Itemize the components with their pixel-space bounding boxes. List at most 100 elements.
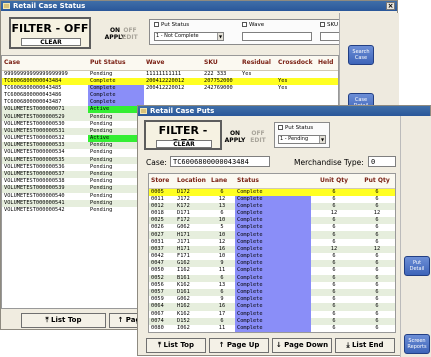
column-header[interactable]: Put Qty — [357, 174, 395, 189]
table-row[interactable]: 0059 G062 9 Complete 6 6 — [149, 296, 395, 304]
column-header[interactable]: Store — [149, 174, 175, 189]
table-cell-loc: H171 — [175, 231, 209, 239]
column-header[interactable]: Residual — [240, 56, 276, 71]
table-row[interactable]: TC6006800000043486 Complete — [2, 91, 338, 100]
table-row[interactable]: 0074 D152 6 Complete 6 6 — [149, 317, 395, 325]
case-puts-table: Store Location Lane Status Unit Qty Put Qty 0… — [149, 174, 395, 332]
table-cell-case: VOLUMETEST000000535 — [2, 156, 88, 164]
page-down-button[interactable]: ↓ Page Down — [272, 338, 332, 353]
puts-put-status-checkbox[interactable]: Put Status — [278, 125, 313, 131]
table-row[interactable]: 0052 B161 6 Complete 6 6 — [149, 274, 395, 282]
filter-off-edit-button[interactable]: OFF EDIT — [120, 27, 140, 41]
puts-clear-filter-button[interactable]: CLEAR — [156, 140, 212, 148]
table-cell-store: 0026 — [149, 224, 175, 232]
table-cell-store: 0064 — [149, 303, 175, 311]
table-cell-loc: D152 — [175, 317, 209, 325]
list-top-button[interactable]: ⤒ List Top — [21, 313, 106, 328]
table-cell-lane: 11 — [209, 267, 235, 275]
close-icon[interactable]: × — [386, 2, 395, 10]
table-cell-store: 0031 — [149, 238, 175, 246]
table-row[interactable]: 0012 K172 13 Complete 6 6 — [149, 202, 395, 210]
table-cell-lane: 6 — [209, 209, 235, 218]
puts-put-status-select[interactable]: 1 - Pending ▼ — [278, 135, 326, 144]
case-puts-titlebar[interactable]: Retail Case Puts — [138, 106, 430, 116]
table-row[interactable]: TC6006800000043485 Complete 200412220012 24… — [2, 84, 338, 92]
table-row[interactable]: 99999999999999999999 Pending 11111111111 22… — [2, 70, 338, 78]
table-row[interactable]: 0025 F172 10 Complete 6 6 — [149, 217, 395, 225]
column-header[interactable]: Crossdock — [276, 56, 316, 71]
table-row[interactable]: 0037 H171 16 Complete 12 12 — [149, 245, 395, 253]
table-row[interactable]: 0031 J171 12 Complete 6 6 — [149, 238, 395, 246]
table-cell-case: 99999999999999999999 — [2, 70, 88, 78]
table-row[interactable]: 0027 H171 10 Complete 6 6 — [149, 231, 395, 239]
chevron-down-icon[interactable]: ▼ — [217, 33, 223, 40]
column-header[interactable]: SKU — [202, 56, 240, 71]
search-case-button[interactable]: Search Case — [348, 45, 374, 65]
table-cell-status: Pending — [88, 170, 144, 179]
merchandise-type-field[interactable]: 0 — [368, 156, 396, 167]
table-cell-case: VOLUMETEST000000071 — [2, 106, 88, 114]
column-header[interactable]: Status — [235, 174, 311, 189]
column-header[interactable]: Wave — [144, 56, 202, 71]
table-row[interactable]: TC6006800000043484 Complete 200412220012 20… — [2, 77, 338, 85]
sku-checkbox[interactable]: SKU — [320, 22, 338, 28]
table-cell-lane: 12 — [209, 238, 235, 246]
table-cell-lane: 5 — [209, 224, 235, 232]
table-row[interactable]: 0067 K162 17 Complete 6 6 — [149, 310, 395, 318]
put-status-check-icon — [154, 22, 159, 27]
table-cell-put: 6 — [357, 303, 395, 311]
put-status-label: Put Status — [161, 22, 190, 28]
column-header[interactable]: Lane — [209, 174, 235, 189]
case-status-titlebar[interactable]: Retail Case Status × — [1, 1, 397, 11]
table-row[interactable]: 0057 D161 6 Complete 6 6 — [149, 288, 395, 297]
table-row[interactable]: 0064 H162 16 Complete 6 6 — [149, 303, 395, 311]
table-row[interactable]: 0047 G162 9 Complete 6 6 — [149, 260, 395, 268]
list-top-button[interactable]: ⤒ List Top — [146, 338, 206, 353]
puts-filter-status-box: FILTER - OFF CLEAR — [144, 120, 222, 150]
table-cell-unit: 6 — [311, 231, 357, 239]
table-cell-crossdock: Yes — [276, 77, 316, 85]
column-header[interactable]: Unit Qty — [311, 174, 357, 189]
put-status-checkbox[interactable]: Put Status — [154, 22, 189, 28]
column-header[interactable]: Held — [316, 56, 338, 71]
table-row[interactable]: 0018 D171 6 Complete 12 12 — [149, 209, 395, 218]
table-cell-unit: 6 — [311, 296, 357, 304]
puts-filter-options-panel: Put Status 1 - Pending ▼ — [274, 122, 330, 148]
table-cell-lane: 6 — [209, 274, 235, 282]
puts-off-edit-button[interactable]: OFF EDIT — [248, 130, 268, 144]
chevron-down-icon[interactable]: ▼ — [319, 136, 325, 143]
table-cell-unit: 6 — [311, 281, 357, 289]
table-row[interactable]: 0026 G062 5 Complete 6 6 — [149, 224, 395, 232]
table-row[interactable]: 0011 J172 12 Complete 6 6 — [149, 195, 395, 203]
table-cell-put: 6 — [357, 231, 395, 239]
table-cell-put: 6 — [357, 260, 395, 268]
table-cell-lane: 17 — [209, 310, 235, 318]
case-number-field[interactable]: TC6006800000043484 — [170, 156, 270, 167]
table-row[interactable]: 0042 F171 10 Complete 6 6 — [149, 253, 395, 261]
wave-input[interactable] — [242, 32, 312, 41]
puts-on-apply-button[interactable]: ON APPLY — [224, 130, 246, 144]
table-cell-unit: 6 — [311, 238, 357, 246]
table-row[interactable]: 0005 D172 6 Complete 6 6 — [149, 188, 395, 196]
list-end-button[interactable]: ⤓ List End — [335, 338, 395, 353]
table-row[interactable]: 0080 I062 11 Complete 6 6 — [149, 324, 395, 332]
table-cell-put: 6 — [357, 288, 395, 297]
table-cell-unit: 12 — [311, 245, 357, 253]
table-row[interactable]: 0050 I162 11 Complete 6 6 — [149, 267, 395, 275]
table-cell-put: 6 — [357, 317, 395, 325]
put-status-select[interactable]: 1 - Not Complete ▼ — [154, 32, 224, 41]
screen-reports-button[interactable]: Screen Reports — [404, 334, 430, 354]
clear-filter-button[interactable]: CLEAR — [21, 38, 81, 46]
wave-checkbox[interactable]: Wave — [242, 22, 264, 28]
table-row[interactable]: 0056 K162 13 Complete 6 6 — [149, 281, 395, 289]
column-header[interactable]: Put Status — [88, 56, 144, 71]
case-puts-navbar: ⤒ List Top ↑ Page Up ↓ Page Down ⤓ List … — [146, 338, 395, 353]
page-up-button[interactable]: ↑ Page Up — [209, 338, 269, 353]
table-cell-unit: 12 — [311, 209, 357, 218]
column-header[interactable]: Case — [2, 56, 88, 71]
table-cell-status: Complete — [235, 260, 311, 268]
put-detail-button[interactable]: Put Detail — [404, 256, 430, 276]
table-cell-status: Complete — [88, 99, 144, 107]
table-cell-status: Complete — [235, 310, 311, 318]
column-header[interactable]: Location — [175, 174, 209, 189]
